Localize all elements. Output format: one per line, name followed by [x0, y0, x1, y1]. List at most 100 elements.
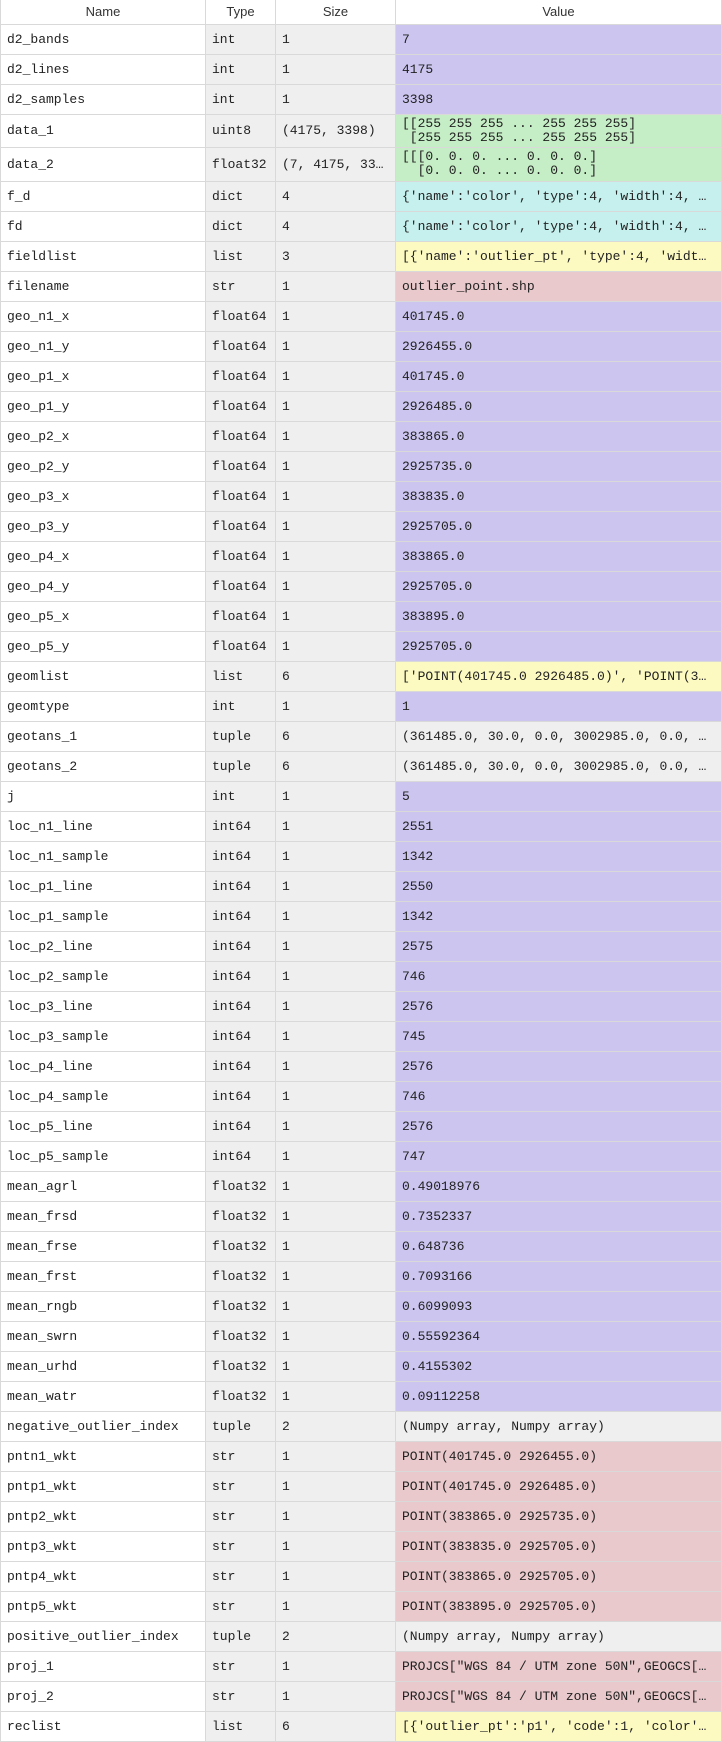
cell-size[interactable]: 1: [276, 691, 396, 721]
cell-name[interactable]: geo_p2_y: [1, 451, 206, 481]
cell-size[interactable]: 1: [276, 511, 396, 541]
table-row[interactable]: loc_p4_sampleint641746: [1, 1081, 722, 1111]
cell-value[interactable]: 4175: [396, 54, 722, 84]
cell-name[interactable]: pntp5_wkt: [1, 1591, 206, 1621]
cell-type[interactable]: int64: [206, 1021, 276, 1051]
cell-value[interactable]: ['POINT(401745.0 2926485.0)', 'POINT(3…: [396, 661, 722, 691]
cell-value[interactable]: 2551: [396, 811, 722, 841]
cell-size[interactable]: 2: [276, 1411, 396, 1441]
table-row[interactable]: d2_linesint14175: [1, 54, 722, 84]
table-row[interactable]: mean_frsefloat3210.648736: [1, 1231, 722, 1261]
cell-name[interactable]: geo_p5_x: [1, 601, 206, 631]
cell-name[interactable]: loc_p1_line: [1, 871, 206, 901]
cell-size[interactable]: 1: [276, 991, 396, 1021]
cell-value[interactable]: (361485.0, 30.0, 0.0, 3002985.0, 0.0, …: [396, 721, 722, 751]
cell-size[interactable]: 1: [276, 631, 396, 661]
cell-value[interactable]: 383865.0: [396, 421, 722, 451]
table-row[interactable]: loc_p4_lineint6412576: [1, 1051, 722, 1081]
cell-name[interactable]: loc_p5_sample: [1, 1141, 206, 1171]
cell-name[interactable]: geo_p5_y: [1, 631, 206, 661]
cell-size[interactable]: 1: [276, 451, 396, 481]
cell-name[interactable]: loc_p1_sample: [1, 901, 206, 931]
cell-value[interactable]: 746: [396, 1081, 722, 1111]
cell-name[interactable]: loc_n1_sample: [1, 841, 206, 871]
table-row[interactable]: positive_outlier_indextuple2(Numpy array…: [1, 1621, 722, 1651]
table-row[interactable]: pntp2_wktstr1POINT(383865.0 2925735.0): [1, 1501, 722, 1531]
cell-type[interactable]: float64: [206, 511, 276, 541]
cell-type[interactable]: str: [206, 1591, 276, 1621]
cell-value[interactable]: 401745.0: [396, 361, 722, 391]
cell-size[interactable]: 3: [276, 241, 396, 271]
cell-type[interactable]: float32: [206, 1171, 276, 1201]
cell-value[interactable]: 2926455.0: [396, 331, 722, 361]
cell-size[interactable]: 6: [276, 661, 396, 691]
cell-type[interactable]: int64: [206, 901, 276, 931]
table-row[interactable]: data_2float32(7, 4175, 3398)[[[0. 0. 0. …: [1, 148, 722, 182]
header-name[interactable]: Name: [1, 0, 206, 24]
cell-name[interactable]: geo_p1_x: [1, 361, 206, 391]
table-row[interactable]: pntp4_wktstr1POINT(383865.0 2925705.0): [1, 1561, 722, 1591]
cell-value[interactable]: 745: [396, 1021, 722, 1051]
cell-type[interactable]: list: [206, 1711, 276, 1741]
table-row[interactable]: mean_urhdfloat3210.4155302: [1, 1351, 722, 1381]
cell-name[interactable]: mean_frse: [1, 1231, 206, 1261]
cell-size[interactable]: 1: [276, 1231, 396, 1261]
cell-type[interactable]: float64: [206, 571, 276, 601]
table-row[interactable]: proj_2str1PROJCS["WGS 84 / UTM zone 50N"…: [1, 1681, 722, 1711]
cell-type[interactable]: list: [206, 661, 276, 691]
table-row[interactable]: fieldlistlist3[{'name':'outlier_pt', 'ty…: [1, 241, 722, 271]
cell-type[interactable]: tuple: [206, 1411, 276, 1441]
cell-name[interactable]: geomlist: [1, 661, 206, 691]
cell-value[interactable]: 2925705.0: [396, 631, 722, 661]
cell-size[interactable]: 1: [276, 961, 396, 991]
cell-size[interactable]: 1: [276, 1021, 396, 1051]
table-row[interactable]: geotans_2tuple6(361485.0, 30.0, 0.0, 300…: [1, 751, 722, 781]
cell-value[interactable]: 383835.0: [396, 481, 722, 511]
header-size[interactable]: Size: [276, 0, 396, 24]
cell-name[interactable]: mean_swrn: [1, 1321, 206, 1351]
cell-value[interactable]: POINT(383865.0 2925735.0): [396, 1501, 722, 1531]
table-row[interactable]: f_ddict4{'name':'color', 'type':4, 'widt…: [1, 181, 722, 211]
cell-type[interactable]: str: [206, 1651, 276, 1681]
cell-name[interactable]: mean_watr: [1, 1381, 206, 1411]
cell-value[interactable]: 0.09112258: [396, 1381, 722, 1411]
header-type[interactable]: Type: [206, 0, 276, 24]
cell-size[interactable]: 1: [276, 1471, 396, 1501]
table-row[interactable]: pntp3_wktstr1POINT(383835.0 2925705.0): [1, 1531, 722, 1561]
cell-type[interactable]: tuple: [206, 1621, 276, 1651]
cell-type[interactable]: uint8: [206, 114, 276, 148]
cell-size[interactable]: 2: [276, 1621, 396, 1651]
cell-type[interactable]: float64: [206, 481, 276, 511]
cell-size[interactable]: (4175, 3398): [276, 114, 396, 148]
table-row[interactable]: loc_p2_sampleint641746: [1, 961, 722, 991]
cell-type[interactable]: float64: [206, 301, 276, 331]
cell-value[interactable]: POINT(401745.0 2926485.0): [396, 1471, 722, 1501]
cell-size[interactable]: 6: [276, 1711, 396, 1741]
cell-value[interactable]: 0.7093166: [396, 1261, 722, 1291]
table-row[interactable]: geo_p1_yfloat6412926485.0: [1, 391, 722, 421]
table-row[interactable]: loc_p5_lineint6412576: [1, 1111, 722, 1141]
cell-size[interactable]: 1: [276, 1111, 396, 1141]
cell-size[interactable]: 1: [276, 931, 396, 961]
cell-value[interactable]: (Numpy array, Numpy array): [396, 1411, 722, 1441]
cell-type[interactable]: int: [206, 24, 276, 54]
cell-value[interactable]: 3398: [396, 84, 722, 114]
cell-value[interactable]: 1342: [396, 841, 722, 871]
table-row[interactable]: reclistlist6[{'outlier_pt':'p1', 'code':…: [1, 1711, 722, 1741]
cell-value[interactable]: 1342: [396, 901, 722, 931]
cell-name[interactable]: j: [1, 781, 206, 811]
cell-name[interactable]: mean_agrl: [1, 1171, 206, 1201]
cell-type[interactable]: int64: [206, 991, 276, 1021]
cell-size[interactable]: 1: [276, 1081, 396, 1111]
table-row[interactable]: geomlistlist6['POINT(401745.0 2926485.0)…: [1, 661, 722, 691]
table-row[interactable]: data_1uint8(4175, 3398)[[255 255 255 ...…: [1, 114, 722, 148]
table-row[interactable]: pntn1_wktstr1POINT(401745.0 2926455.0): [1, 1441, 722, 1471]
table-row[interactable]: mean_watrfloat3210.09112258: [1, 1381, 722, 1411]
cell-type[interactable]: str: [206, 1681, 276, 1711]
cell-value[interactable]: (Numpy array, Numpy array): [396, 1621, 722, 1651]
cell-value[interactable]: 2550: [396, 871, 722, 901]
cell-size[interactable]: 1: [276, 1381, 396, 1411]
cell-name[interactable]: geo_p3_x: [1, 481, 206, 511]
cell-name[interactable]: loc_p5_line: [1, 1111, 206, 1141]
cell-name[interactable]: loc_p4_sample: [1, 1081, 206, 1111]
